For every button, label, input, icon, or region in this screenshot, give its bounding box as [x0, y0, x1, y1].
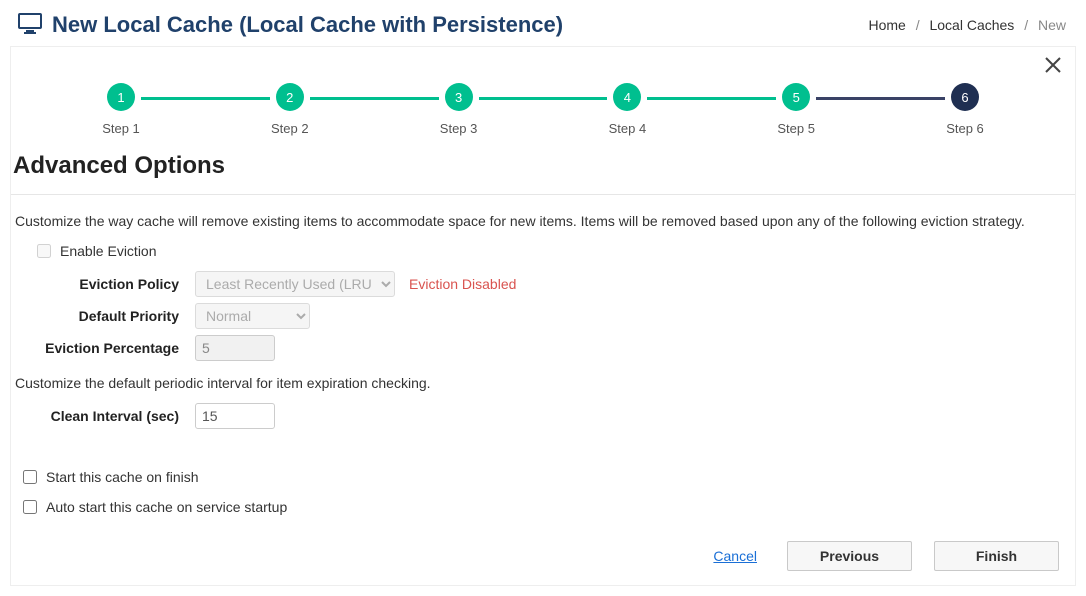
start-on-finish-row: Start this cache on finish [19, 467, 1071, 487]
breadcrumb-home[interactable]: Home [868, 17, 905, 33]
eviction-disabled-warning: Eviction Disabled [409, 276, 516, 292]
section-title: Advanced Options [11, 152, 1075, 180]
step-1[interactable]: 1 Step 1 [101, 83, 141, 136]
enable-eviction-label: Enable Eviction [60, 243, 157, 259]
step-2[interactable]: 2 Step 2 [270, 83, 310, 136]
start-on-finish-label: Start this cache on finish [46, 469, 199, 485]
page-title: New Local Cache (Local Cache with Persis… [52, 12, 563, 38]
default-priority-label: Default Priority [15, 308, 195, 324]
eviction-policy-label: Eviction Policy [15, 276, 195, 292]
auto-start-row: Auto start this cache on service startup [19, 497, 1071, 517]
finish-button[interactable]: Finish [934, 541, 1059, 571]
clean-interval-input[interactable] [195, 403, 275, 429]
monitor-icon [18, 13, 42, 38]
eviction-percentage-input[interactable] [195, 335, 275, 361]
breadcrumb-current: New [1038, 17, 1066, 33]
previous-button[interactable]: Previous [787, 541, 912, 571]
enable-eviction-checkbox[interactable] [37, 244, 51, 258]
eviction-policy-select[interactable]: Least Recently Used (LRU) [195, 271, 395, 297]
breadcrumb-local-caches[interactable]: Local Caches [929, 17, 1014, 33]
start-on-finish-checkbox[interactable] [23, 470, 37, 484]
breadcrumb: Home / Local Caches / New [868, 17, 1066, 33]
auto-start-label: Auto start this cache on service startup [46, 499, 287, 515]
eviction-percentage-label: Eviction Percentage [15, 340, 195, 356]
step-5[interactable]: 5 Step 5 [776, 83, 816, 136]
auto-start-checkbox[interactable] [23, 500, 37, 514]
step-3[interactable]: 3 Step 3 [439, 83, 479, 136]
step-4[interactable]: 4 Step 4 [607, 83, 647, 136]
interval-description: Customize the default periodic interval … [15, 375, 1071, 391]
close-icon[interactable] [1043, 55, 1063, 78]
stepper: 1 Step 1 2 Step 2 3 Step 3 4 Step 4 5 St… [11, 57, 1075, 142]
enable-eviction-row: Enable Eviction [33, 241, 1071, 261]
default-priority-select[interactable]: Normal [195, 303, 310, 329]
eviction-description: Customize the way cache will remove exis… [15, 213, 1071, 229]
clean-interval-label: Clean Interval (sec) [15, 408, 195, 424]
step-6[interactable]: 6 Step 6 [945, 83, 985, 136]
cancel-link[interactable]: Cancel [713, 548, 757, 564]
